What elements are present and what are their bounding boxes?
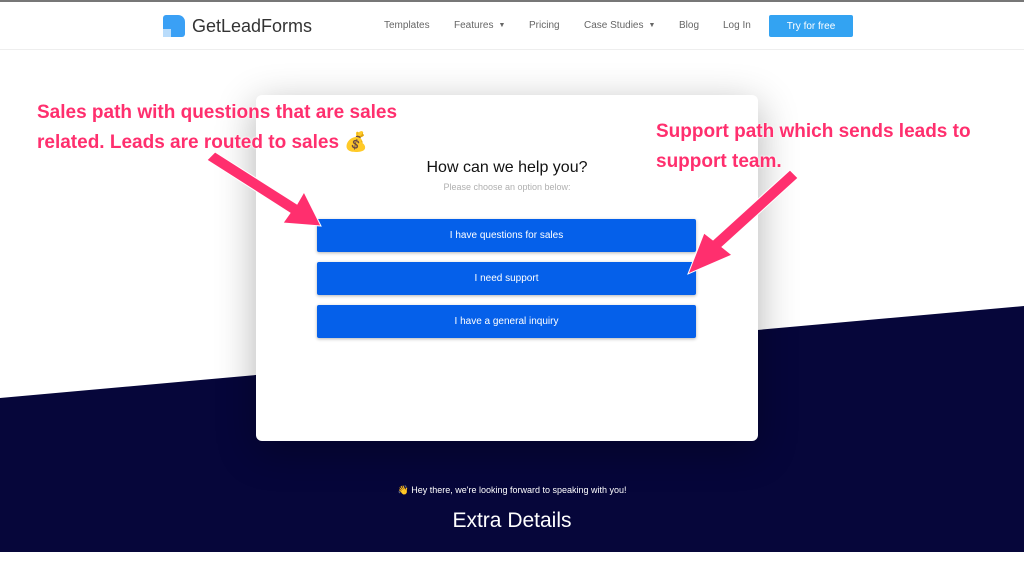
sales-arrow [206, 151, 322, 227]
support-arrow [687, 169, 799, 275]
annotation-arrows [206, 151, 799, 275]
